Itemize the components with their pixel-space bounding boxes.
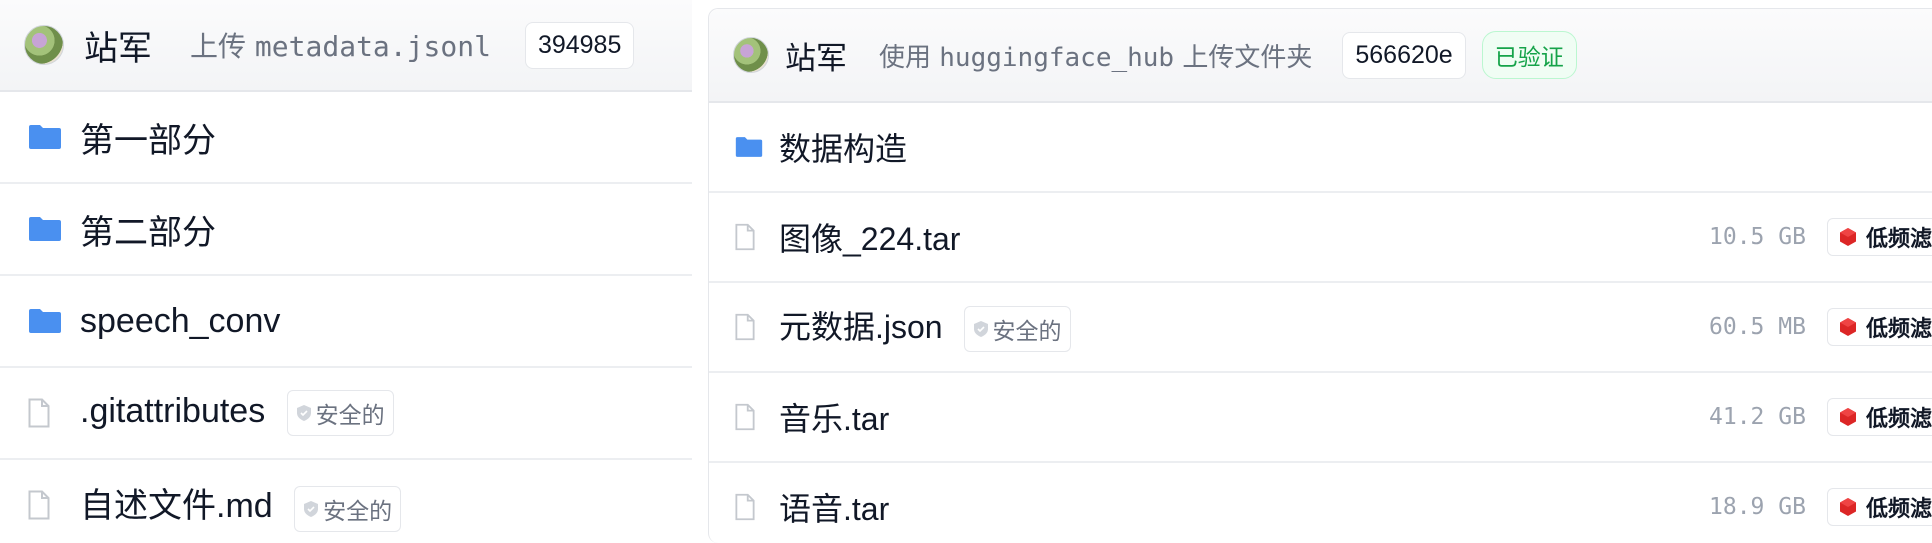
- shield-icon: [304, 500, 319, 517]
- file-name: 自述文件.md 安全的: [80, 478, 402, 532]
- file-icon: [735, 313, 755, 341]
- list-item[interactable]: 第二部分: [0, 184, 692, 276]
- shield-icon: [296, 405, 311, 421]
- file-name-text: 自述文件.md: [80, 487, 273, 526]
- commit-hash[interactable]: 566620e: [1342, 31, 1466, 79]
- file-size: 41.2 GB: [1709, 404, 1806, 430]
- lfs-badge[interactable]: 低频滤: [1827, 398, 1932, 436]
- safe-badge[interactable]: 安全的: [963, 306, 1071, 353]
- verified-badge[interactable]: 已验证: [1481, 31, 1577, 79]
- list-item[interactable]: speech_conv: [0, 276, 692, 368]
- folder-icon: [29, 309, 61, 333]
- commit-message-object: 上传文件夹: [1182, 42, 1313, 73]
- file-size: 18.9 GB: [1709, 494, 1806, 520]
- file-name: 语音.tar: [779, 491, 890, 527]
- commit-message[interactable]: 使用 huggingface_hub 上传文件夹: [879, 37, 1312, 74]
- lfs-badge[interactable]: 低频滤: [1827, 488, 1932, 526]
- safe-badge[interactable]: 安全的: [286, 390, 394, 436]
- lfs-badge-label: 低频滤: [1866, 317, 1932, 342]
- shield-icon: [973, 321, 988, 338]
- list-item[interactable]: 音乐.tar 41.2 GB 低频滤: [709, 373, 1932, 463]
- folder-icon: [29, 125, 61, 149]
- lfs-icon: [1840, 318, 1856, 336]
- lfs-icon: [1840, 228, 1856, 246]
- avatar[interactable]: [733, 37, 769, 73]
- folder-name: 第一部分: [80, 121, 216, 160]
- commit-header: 站军 使用 huggingface_hub 上传文件夹 566620e 已验证: [709, 9, 1932, 103]
- right-file-panel: 站军 使用 huggingface_hub 上传文件夹 566620e 已验证 …: [708, 8, 1932, 543]
- lfs-badge-label: 低频滤: [1866, 227, 1932, 252]
- list-item[interactable]: .gitattributes 安全的: [0, 368, 692, 460]
- lfs-badge[interactable]: 低频滤: [1827, 218, 1932, 256]
- folder-icon: [29, 217, 61, 241]
- lfs-badge-label: 低频滤: [1866, 497, 1932, 522]
- commit-message-verb: 上传: [190, 30, 247, 63]
- file-icon: [735, 223, 755, 251]
- file-icon: [28, 398, 50, 428]
- commit-author[interactable]: 站军: [84, 21, 152, 70]
- lfs-icon: [1840, 408, 1856, 426]
- file-size: 60.5 MB: [1709, 314, 1806, 340]
- folder-name: speech_conv: [80, 301, 281, 340]
- list-item[interactable]: 第一部分: [0, 92, 692, 184]
- file-name: 音乐.tar: [779, 401, 890, 437]
- safe-badge-label: 安全的: [323, 498, 393, 525]
- file-name: 图像_224.tar: [779, 221, 961, 257]
- lfs-badge-label: 低频滤: [1866, 407, 1932, 432]
- list-item[interactable]: 元数据.json 安全的 60.5 MB 低频滤: [709, 283, 1932, 373]
- list-item[interactable]: 数据构造: [709, 103, 1932, 193]
- commit-message[interactable]: 上传 metadata.jsonl: [190, 25, 491, 65]
- lfs-icon: [1840, 498, 1856, 516]
- folder-name: 数据构造: [779, 131, 908, 167]
- safe-badge-label: 安全的: [315, 403, 385, 429]
- avatar[interactable]: [24, 25, 64, 65]
- folder-icon: [735, 137, 763, 157]
- commit-message-tool: huggingface_hub: [939, 42, 1175, 73]
- list-item[interactable]: 语音.tar 18.9 GB 低频滤: [709, 463, 1932, 543]
- file-size: 10.5 GB: [1709, 224, 1806, 250]
- commit-author[interactable]: 站军: [785, 33, 847, 78]
- safe-badge[interactable]: 安全的: [294, 485, 402, 532]
- lfs-badge[interactable]: 低频滤: [1827, 308, 1932, 346]
- file-name-text: .gitattributes: [80, 391, 266, 430]
- commit-header: 站军 上传 metadata.jsonl 394985: [0, 0, 692, 92]
- safe-badge-label: 安全的: [992, 319, 1062, 346]
- list-item[interactable]: 自述文件.md 安全的: [0, 460, 692, 542]
- folder-name: 第二部分: [80, 213, 216, 252]
- commit-message-file: metadata.jsonl: [254, 30, 491, 63]
- list-item[interactable]: 图像_224.tar 10.5 GB 低频滤: [709, 193, 1932, 283]
- left-file-panel: 站军 上传 metadata.jsonl 394985 第一部分 第二部分 sp…: [0, 0, 692, 542]
- commit-hash[interactable]: 394985: [524, 21, 635, 69]
- file-icon: [735, 403, 755, 431]
- file-name-text: 元数据.json: [779, 308, 943, 345]
- commit-message-verb: 使用: [879, 42, 932, 73]
- file-icon: [28, 490, 50, 520]
- file-icon: [735, 493, 755, 521]
- file-name: 元数据.json 安全的: [779, 302, 1071, 353]
- file-name: .gitattributes 安全的: [80, 390, 394, 436]
